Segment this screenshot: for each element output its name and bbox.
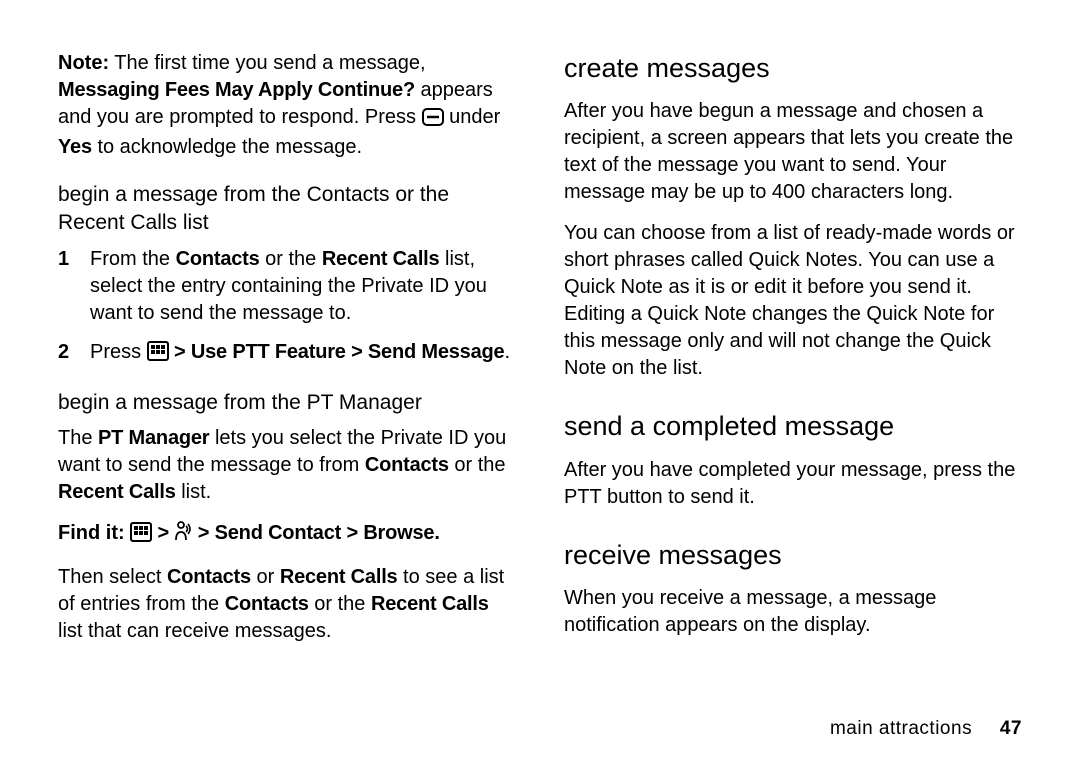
footer-section: main attractions [830,718,972,739]
subhead-contacts-recent: begin a message from the Contacts or the… [58,181,516,238]
subhead-pt-manager: begin a message from the PT Manager [58,389,516,417]
note-bold-1: Messaging Fees May Apply Continue? [58,79,415,101]
note-text-1: The first time you send a message, [109,52,425,74]
menu-grid-icon [130,522,152,550]
menu-grid-icon [147,341,169,369]
step-number: 2 [58,339,90,369]
step-1: 1 From the Contacts or the Recent Calls … [58,246,516,327]
then-select-paragraph: Then select Contacts or Recent Calls to … [58,564,516,645]
ptt-person-icon [174,520,192,550]
note-text-4: to acknowledge the message. [92,136,362,158]
send-paragraph-1: After you have completed your message, p… [564,457,1022,511]
heading-create-messages: create messages [564,50,1022,86]
step-2: 2 Press > Use PTT Feature > Send Message… [58,339,516,369]
note-label: Note: [58,52,109,74]
find-it-label: Find it: [58,522,125,544]
note-text-3: under [444,106,501,128]
find-it-line: Find it: > > Send Contact > Browse. [58,520,516,550]
note-bold-2: Yes [58,136,92,158]
step-text: Press > Use PTT Feature > Send Message. [90,339,516,369]
step-text: From the Contacts or the Recent Calls li… [90,246,516,327]
pt-manager-paragraph: The PT Manager lets you select the Priva… [58,425,516,506]
create-paragraph-2: You can choose from a list of ready-made… [564,220,1022,382]
heading-send-completed: send a completed message [564,408,1022,444]
receive-paragraph-1: When you receive a message, a message no… [564,585,1022,639]
step-number: 1 [58,246,90,327]
softkey-icon [422,107,444,134]
create-paragraph-1: After you have begun a message and chose… [564,98,1022,206]
page-footer: main attractions 47 [830,718,1022,740]
steps-list: 1 From the Contacts or the Recent Calls … [58,246,516,369]
right-column: create messages After you have begun a m… [564,50,1022,736]
note-paragraph: Note: The first time you send a message,… [58,50,516,161]
manual-page: Note: The first time you send a message,… [0,0,1080,766]
heading-receive-messages: receive messages [564,537,1022,573]
page-number: 47 [1000,718,1022,739]
left-column: Note: The first time you send a message,… [58,50,516,736]
